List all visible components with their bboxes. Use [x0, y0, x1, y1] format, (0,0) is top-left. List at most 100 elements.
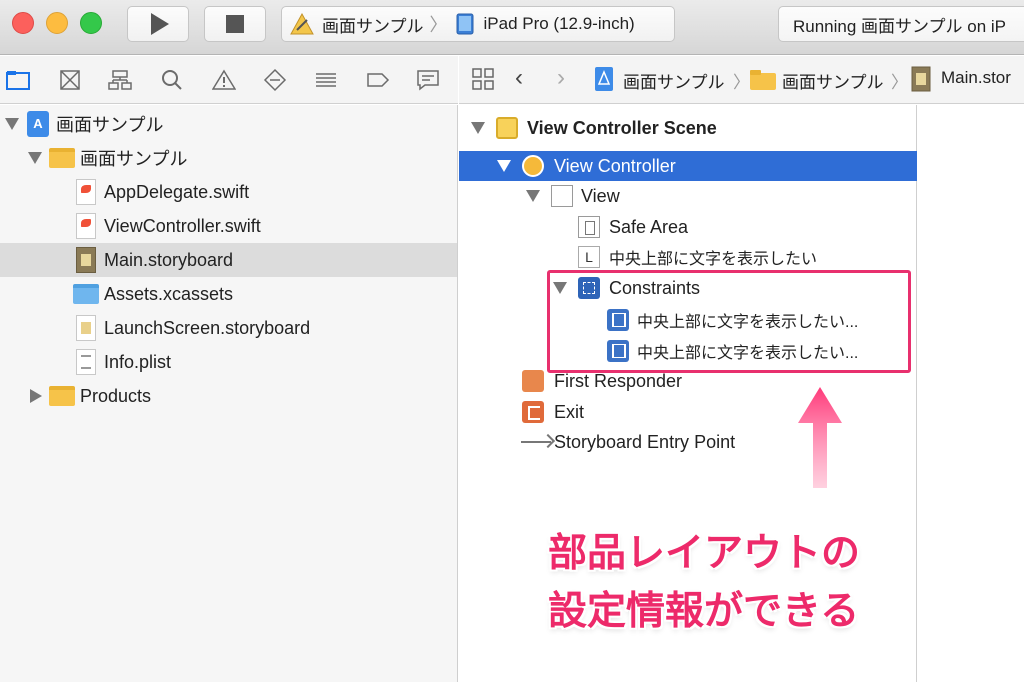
search-icon[interactable]	[158, 66, 186, 94]
tree-row-products[interactable]: Products	[0, 379, 457, 413]
report-icon[interactable]	[414, 66, 442, 94]
chevron-right-icon: 〉	[891, 73, 908, 92]
first-responder-icon	[522, 370, 544, 392]
storyboard-file-icon	[911, 66, 931, 97]
stop-button[interactable]	[204, 6, 266, 42]
navigator-selector-bar	[0, 56, 458, 104]
scene-icon	[496, 117, 518, 139]
chevron-right-icon: 〉	[429, 15, 448, 35]
stop-icon	[226, 15, 244, 33]
play-icon	[151, 13, 169, 35]
storyboard-file-icon	[76, 247, 96, 273]
breakpoint-icon[interactable]	[364, 66, 392, 94]
annotation-text: 部品レイアウトの 設定情報ができる	[548, 525, 908, 641]
run-button[interactable]	[127, 6, 189, 42]
launch-storyboard-icon	[76, 315, 96, 341]
disclosure-open-icon[interactable]	[497, 160, 511, 172]
label-icon: L	[578, 246, 600, 268]
scene-title: View Controller Scene	[527, 117, 717, 138]
outline-row-exit[interactable]: Exit	[459, 397, 917, 427]
swift-file-icon	[76, 179, 96, 205]
constraints-highlight-box	[547, 270, 911, 373]
tree-row-file[interactable]: Assets.xcassets	[0, 277, 457, 311]
entry-point-label: Storyboard Entry Point	[554, 431, 736, 452]
hierarchy-icon[interactable]	[106, 66, 134, 94]
outline-row-entry-point[interactable]: Storyboard Entry Point	[459, 427, 917, 457]
file-name: Assets.xcassets	[104, 283, 234, 304]
project-icon: A	[27, 111, 49, 137]
safe-area-icon	[578, 216, 600, 238]
arrow-right-icon	[521, 441, 551, 443]
xcode-app-icon	[290, 13, 314, 35]
file-name: LaunchScreen.storyboard	[104, 317, 311, 338]
minimize-window-button[interactable]	[46, 12, 68, 34]
group-name: Products	[80, 385, 152, 406]
folder-icon[interactable]	[4, 66, 32, 94]
project-name: 画面サンプル	[56, 115, 164, 135]
outline-row-scene[interactable]: View Controller Scene	[459, 113, 917, 143]
disclosure-open-icon[interactable]	[526, 190, 540, 202]
folder-icon	[49, 148, 75, 168]
folder-icon	[49, 386, 75, 406]
outline-row-view-controller[interactable]: View Controller	[459, 151, 917, 181]
swift-file-icon	[76, 213, 96, 239]
warning-icon[interactable]	[210, 66, 238, 94]
forward-chevron-icon[interactable]: ›	[557, 64, 565, 92]
storyboard-canvas[interactable]	[918, 105, 1024, 682]
safe-area-label: Safe Area	[609, 216, 689, 237]
annotation-line-2: 設定情報ができる	[548, 589, 860, 634]
tree-row-project[interactable]: A 画面サンプル	[0, 107, 457, 141]
disclosure-open-icon[interactable]	[471, 122, 485, 134]
jumpbar-item[interactable]: 画面サンプル	[623, 68, 725, 93]
outline-row-label[interactable]: L 中央上部に文字を表示したい	[459, 242, 917, 272]
outline-row-safe-area[interactable]: Safe Area	[459, 212, 917, 242]
view-label: View	[581, 185, 620, 206]
ipad-device-icon	[456, 13, 473, 35]
related-items-icon[interactable]	[471, 67, 495, 96]
back-chevron-icon[interactable]: ‹	[515, 64, 523, 92]
file-name: Info.plist	[104, 351, 172, 372]
first-responder-label: First Responder	[554, 370, 683, 391]
arrow-up-icon	[798, 387, 842, 488]
disclosure-open-icon[interactable]	[28, 152, 42, 164]
annotation-line-1: 部品レイアウトの	[548, 531, 861, 576]
zoom-window-button[interactable]	[80, 12, 102, 34]
outline-row-view[interactable]: View	[459, 181, 917, 211]
scheme-project-name: 画面サンプル	[322, 16, 424, 36]
scheme-device-name: iPad Pro (12.9-inch)	[483, 14, 635, 33]
label-item-text: 中央上部に文字を表示したい	[609, 251, 818, 268]
test-icon[interactable]	[261, 66, 289, 94]
source-control-icon[interactable]	[56, 66, 84, 94]
exit-icon	[522, 401, 544, 423]
file-name: AppDelegate.swift	[104, 181, 250, 202]
status-text: Running 画面サンプル on iP	[793, 16, 1007, 36]
tree-row-file[interactable]: AppDelegate.swift	[0, 175, 457, 209]
tree-row-file[interactable]: ViewController.swift	[0, 209, 457, 243]
jumpbar-item[interactable]: 画面サンプル	[782, 68, 884, 93]
window-titlebar: 画面サンプル 〉 iPad Pro (12.9-inch) Running 画面…	[0, 0, 1024, 55]
exit-label: Exit	[554, 401, 585, 422]
tree-row-file[interactable]: LaunchScreen.storyboard	[0, 311, 457, 345]
assets-catalog-icon	[73, 284, 99, 304]
view-icon	[551, 185, 573, 207]
project-navigator: A 画面サンプル 画面サンプル AppDelegate.swift ViewCo…	[0, 105, 458, 682]
editor-jump-bar: ‹ › 画面サンプル 〉 画面サンプル 〉 Main.stor	[459, 56, 1024, 104]
folder-icon	[750, 70, 776, 95]
tree-row-group[interactable]: 画面サンプル	[0, 141, 457, 175]
tree-row-file[interactable]: Info.plist	[0, 345, 457, 379]
activity-status: Running 画面サンプル on iP	[778, 6, 1024, 42]
close-window-button[interactable]	[12, 12, 34, 34]
disclosure-open-icon[interactable]	[5, 118, 19, 130]
tree-row-file-selected[interactable]: Main.storyboard	[0, 243, 457, 277]
file-name: Main.storyboard	[104, 249, 234, 270]
group-name: 画面サンプル	[80, 149, 188, 169]
disclosure-closed-icon[interactable]	[30, 389, 42, 403]
view-controller-icon	[522, 155, 544, 177]
project-icon	[594, 66, 614, 97]
debug-icon[interactable]	[312, 66, 340, 94]
scheme-selector[interactable]: 画面サンプル 〉 iPad Pro (12.9-inch)	[281, 6, 675, 42]
jumpbar-item[interactable]: Main.stor	[941, 68, 1011, 88]
view-controller-label: View Controller	[554, 155, 676, 176]
plist-file-icon	[76, 349, 96, 375]
file-name: ViewController.swift	[104, 215, 261, 236]
